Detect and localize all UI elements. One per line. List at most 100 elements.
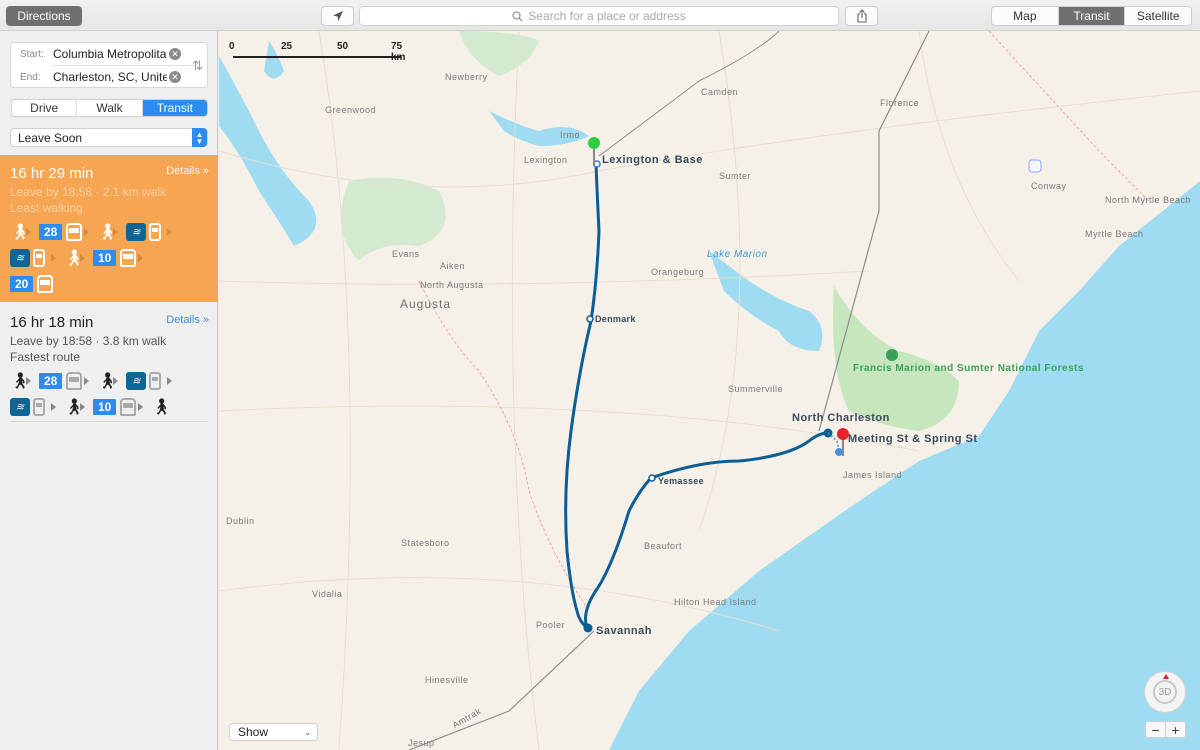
bus-line-badge: 10 <box>93 250 117 266</box>
zoom-control: − + <box>1145 721 1186 738</box>
zoom-in-button[interactable]: + <box>1166 722 1185 738</box>
mode-drive[interactable]: Drive <box>12 100 78 116</box>
departure-select[interactable]: Leave Soon ▲ ▼ <box>10 128 208 147</box>
show-select[interactable]: Show ⌄ <box>229 723 318 741</box>
map-label: North Augusta <box>420 280 484 290</box>
swap-icon[interactable]: ⇅ <box>192 58 203 74</box>
step-arrow-icon <box>51 254 56 262</box>
amtrak-logo-icon: ≋ <box>10 398 30 416</box>
rail-line <box>408 630 595 750</box>
walk-icon: 🚶︎ <box>10 373 31 390</box>
lake <box>489 111 589 146</box>
state-boundary <box>988 31 1150 202</box>
end-field[interactable]: Charleston, SC, United <box>53 70 167 84</box>
scale-line <box>233 56 401 58</box>
start-field[interactable]: Columbia Metropolitan <box>53 47 167 61</box>
details-link[interactable]: Details » <box>166 314 209 326</box>
map-label: Sumter <box>719 171 752 181</box>
step-arrow-icon <box>113 228 119 236</box>
rail-line <box>598 31 780 157</box>
stop-marker-yemassee <box>648 474 656 482</box>
route-steps: 🚶︎ 28 🚶︎ ≋ ≋ 🚶︎ 10 🚶︎ <box>10 368 205 420</box>
step-arrow-icon <box>167 228 173 236</box>
mode-walk[interactable]: Walk <box>77 100 143 116</box>
map-label: Dublin <box>226 516 255 526</box>
map-label: Summerville <box>728 384 784 394</box>
departure-value: Leave Soon <box>18 130 83 145</box>
bus-line-badge: 10 <box>93 399 117 415</box>
start-row: Start: Columbia Metropolitan ✕ <box>11 43 181 65</box>
step-arrow-icon <box>138 403 144 411</box>
clear-end-icon[interactable]: ✕ <box>169 71 181 83</box>
step-arrow-icon <box>84 377 90 385</box>
map-label: Newberry <box>445 72 488 82</box>
location-arrow-icon <box>332 11 343 21</box>
end-label: End: <box>20 71 41 83</box>
map-label: Greenwood <box>325 105 377 115</box>
start-label: Start: <box>20 48 44 60</box>
step-arrow-icon <box>80 403 85 411</box>
step-arrow-icon <box>167 377 173 385</box>
map-label: Beaufort <box>644 541 683 551</box>
bus-line-badge: 28 <box>39 373 63 389</box>
step-arrow-icon <box>51 403 56 411</box>
select-arrows-icon: ▲ ▼ <box>192 128 207 147</box>
map-type-map[interactable]: Map <box>992 7 1059 25</box>
amtrak-logo-icon: ≋ <box>126 372 147 390</box>
route-result[interactable]: 16 hr 29 min Details » Leave by 18:58 · … <box>0 155 218 302</box>
train-icon <box>149 223 162 241</box>
maps-window: Directions Search for a place or address… <box>0 0 1200 750</box>
map-label: James Island <box>843 470 903 480</box>
zoom-out-button[interactable]: − <box>1146 722 1166 738</box>
clear-start-icon[interactable]: ✕ <box>169 48 181 60</box>
divider <box>10 421 208 422</box>
share-icon <box>856 9 867 23</box>
route-steps: 🚶︎ 28 🚶︎ ≋ ≋ 🚶︎ 10 20 <box>10 219 205 297</box>
map-type-transit[interactable]: Transit <box>1058 7 1126 25</box>
walk-icon: 🚶︎ <box>64 250 85 267</box>
map-label: Jesup <box>408 738 435 748</box>
map-label: North Myrtle Beach <box>1105 195 1192 205</box>
start-pin-icon <box>588 137 600 149</box>
map-label: Camden <box>701 87 739 97</box>
step-arrow-icon <box>113 377 119 385</box>
map-label: Myrtle Beach <box>1085 229 1144 239</box>
search-input[interactable]: Search for a place or address <box>359 6 839 26</box>
directions-button[interactable]: Directions <box>6 6 82 26</box>
train-icon <box>33 249 45 267</box>
stop-label: Denmark <box>595 314 636 324</box>
map-type-satellite[interactable]: Satellite <box>1125 7 1191 25</box>
map-label: Conway <box>1031 181 1067 191</box>
north-indicator-icon <box>1163 674 1169 679</box>
compass-3d-button[interactable]: 3D <box>1144 671 1186 713</box>
state-boundary <box>418 280 590 612</box>
stop-label: Savannah <box>596 625 652 637</box>
bus-icon <box>120 249 137 267</box>
map-type-segmented-control: Map Transit Satellite <box>991 6 1192 26</box>
stop-label: Yemassee <box>658 476 704 486</box>
map-label: Orangeburg <box>651 267 705 277</box>
stop-label-destination: Meeting St & Spring St <box>848 433 978 445</box>
details-link[interactable]: Details » <box>166 165 209 177</box>
transport-mode-control: Drive Walk Transit <box>11 99 208 117</box>
lake <box>709 251 823 351</box>
share-button[interactable] <box>845 6 878 26</box>
walk-icon: 🚶︎ <box>97 224 118 241</box>
lake <box>219 56 317 246</box>
bus-line-badge: 28 <box>39 224 63 240</box>
train-icon <box>33 398 45 416</box>
mode-transit[interactable]: Transit <box>142 100 207 116</box>
current-location-button[interactable] <box>321 6 354 26</box>
map-label: Francis Marion and Sumter National Fores… <box>853 363 1085 374</box>
map-label: Hilton Head Island <box>674 597 757 607</box>
map-label: Evans <box>392 249 420 259</box>
compass-3d-label: 3D <box>1153 680 1177 704</box>
step-arrow-icon <box>138 254 144 262</box>
map-label: Augusta <box>400 297 452 311</box>
map-label: Lexington <box>524 155 568 165</box>
map-view[interactable]: 0 25 50 75 km Newberry Greenwood Camden … <box>219 31 1200 750</box>
walk-icon: 🚶︎ <box>151 399 172 416</box>
route-fields: Start: Columbia Metropolitan ✕ End: Char… <box>10 42 208 88</box>
route-result[interactable]: 16 hr 18 min Details » Leave by 18:58 · … <box>0 304 218 424</box>
stop-label-origin: Lexington & Base <box>602 154 703 166</box>
